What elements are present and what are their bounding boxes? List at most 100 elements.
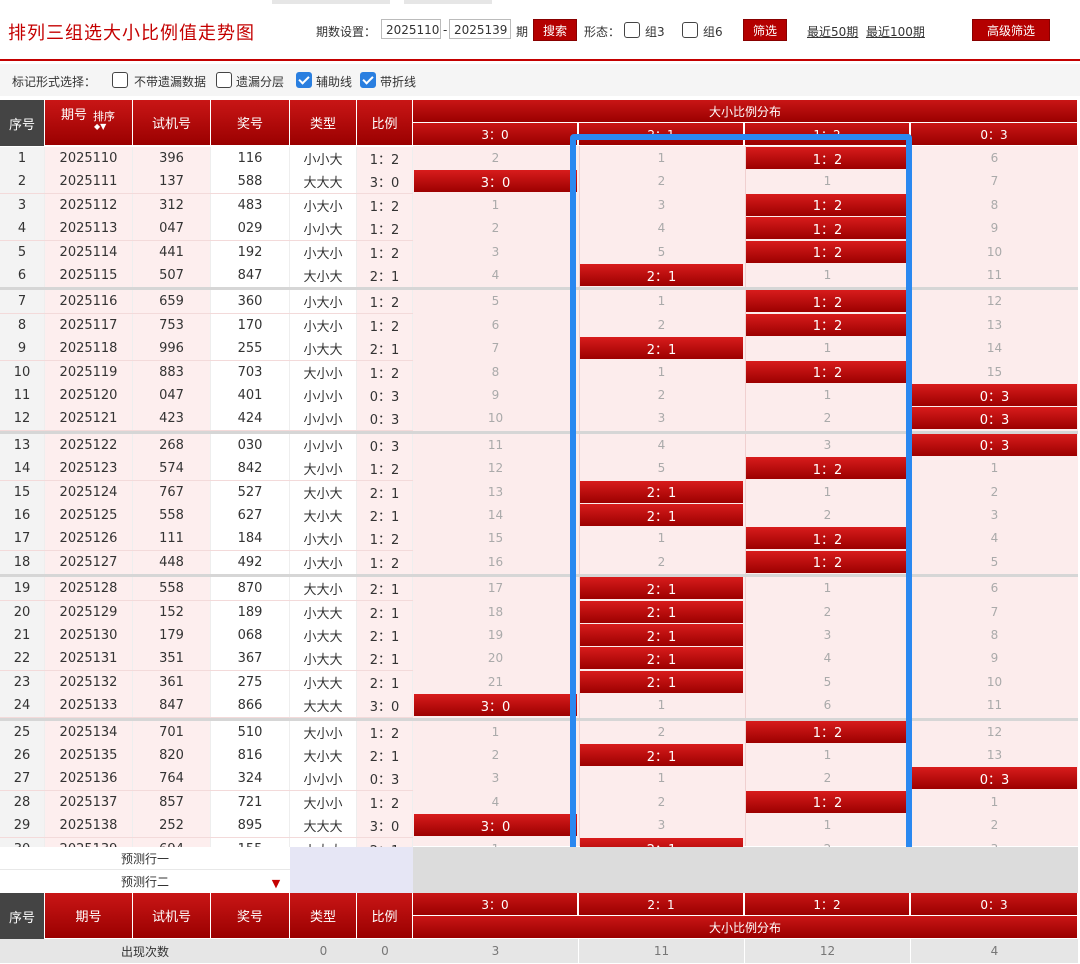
miss-cell[interactable]: 14 [911, 337, 1078, 359]
row-prize-cell: 842 [211, 457, 290, 481]
group3-label: 组3 [645, 25, 665, 39]
miss-cell[interactable]: 1 [911, 457, 1078, 479]
miss-cell[interactable]: 13 [413, 481, 578, 503]
miss-cell[interactable]: 20 [413, 647, 578, 669]
row-ratio-cell: 2：1 [357, 577, 413, 601]
miss-cell[interactable]: 11 [911, 694, 1078, 716]
miss-cell[interactable]: 2 [413, 217, 578, 239]
hit-cell[interactable]: 3：0 [414, 694, 577, 717]
row-test-cell: 423 [133, 407, 211, 431]
miss-cell[interactable]: 9 [911, 647, 1078, 669]
row-prize-cell: 184 [211, 527, 290, 551]
miss-cell[interactable]: 17 [413, 577, 578, 599]
hit-cell[interactable]: 0：3 [912, 433, 1077, 456]
row-type-cell: 小大小 [290, 313, 357, 337]
recent100-link[interactable]: 最近100期 [866, 23, 925, 40]
miss-cell[interactable]: 19 [413, 624, 578, 646]
miss-cell[interactable]: 10 [413, 407, 578, 429]
footer-dist-col-header: 3：0 [413, 893, 578, 916]
polyline-checkbox[interactable] [360, 72, 376, 88]
period-from-input[interactable]: 2025110 [381, 19, 441, 39]
row-period-cell: 2025127 [45, 550, 133, 574]
miss-cell[interactable]: 4 [413, 791, 578, 813]
sort-arrows-icon[interactable]: ◆▼ [94, 122, 106, 131]
miss-cell[interactable]: 10 [911, 671, 1078, 693]
predict-dist-area[interactable] [413, 847, 1078, 893]
miss-cell[interactable]: 6 [413, 314, 578, 336]
search-button[interactable]: 搜索 [533, 19, 577, 41]
miss-cell[interactable]: 4 [413, 264, 578, 286]
row-ratio-cell: 3：0 [357, 694, 413, 718]
row-seq-cell: 27 [0, 767, 45, 791]
group6-checkbox[interactable] [682, 22, 698, 38]
predict-input-area[interactable] [290, 847, 413, 893]
row-prize-cell: 510 [211, 720, 290, 744]
miss-cell[interactable]: 7 [413, 337, 578, 359]
hit-cell[interactable]: 0：3 [912, 767, 1077, 790]
miss-cell[interactable]: 7 [911, 601, 1078, 623]
miss-cell[interactable]: 9 [911, 217, 1078, 239]
miss-cell[interactable]: 16 [413, 551, 578, 573]
miss-cell[interactable]: 3 [413, 767, 578, 789]
row-ratio-cell: 1：2 [357, 720, 413, 744]
miss-cell[interactable]: 15 [911, 361, 1078, 383]
miss-cell[interactable]: 5 [413, 290, 578, 312]
miss-cell[interactable]: 10 [911, 241, 1078, 263]
miss-cell[interactable]: 5 [911, 551, 1078, 573]
row-prize-cell: 703 [211, 360, 290, 384]
miss-cell[interactable]: 2 [413, 744, 578, 766]
arrow-down-icon[interactable]: ▼ [266, 874, 286, 892]
miss-cell[interactable]: 12 [413, 457, 578, 479]
footer-header-test: 试机号 [133, 893, 211, 939]
row-type-cell: 大小小 [290, 457, 357, 481]
miss-cell[interactable]: 2 [911, 814, 1078, 836]
miss-cell[interactable]: 15 [413, 527, 578, 549]
advanced-filter-button[interactable]: 高级筛选 [972, 19, 1050, 41]
period-unit: 期 [516, 25, 529, 39]
miss-cell[interactable]: 1 [413, 194, 578, 216]
hit-cell[interactable]: 0：3 [912, 407, 1077, 430]
miss-cell[interactable]: 2 [911, 481, 1078, 503]
miss-cell[interactable]: 11 [413, 434, 578, 456]
miss-cell[interactable]: 1 [911, 791, 1078, 813]
col-header-ratio: 比例 [357, 100, 413, 146]
miss-cell[interactable]: 8 [911, 624, 1078, 646]
miss-cell[interactable]: 9 [413, 384, 578, 406]
footer-header-type: 类型 [290, 893, 357, 939]
miss-cell[interactable]: 1 [413, 721, 578, 743]
col-header-period[interactable]: 期号 排序 ◆▼ [45, 100, 133, 146]
row-type-cell: 小大大 [290, 600, 357, 624]
miss-cell[interactable]: 6 [911, 147, 1078, 169]
miss-cell[interactable]: 8 [911, 194, 1078, 216]
miss-cell[interactable]: 13 [911, 744, 1078, 766]
miss-cell[interactable]: 8 [413, 361, 578, 383]
row-test-cell: 753 [133, 313, 211, 337]
row-period-cell: 2025115 [45, 264, 133, 287]
miss-cell[interactable]: 2 [413, 147, 578, 169]
filter-button[interactable]: 筛选 [743, 19, 787, 41]
miss-cell[interactable]: 3 [911, 504, 1078, 526]
row-seq-cell: 1 [0, 147, 45, 170]
miss-cell[interactable]: 12 [911, 721, 1078, 743]
recent50-link[interactable]: 最近50期 [807, 23, 858, 40]
miss-cell[interactable]: 14 [413, 504, 578, 526]
guide-line-checkbox[interactable] [296, 72, 312, 88]
miss-cell[interactable]: 4 [911, 527, 1078, 549]
miss-cell[interactable]: 7 [911, 170, 1078, 192]
period-to-input[interactable]: 2025139 [449, 19, 511, 39]
miss-cell[interactable]: 6 [911, 577, 1078, 599]
miss-cell[interactable]: 13 [911, 314, 1078, 336]
miss-cell[interactable]: 21 [413, 671, 578, 693]
miss-cell[interactable]: 11 [911, 264, 1078, 286]
hit-cell[interactable]: 3：0 [414, 170, 577, 193]
row-test-cell: 857 [133, 790, 211, 814]
hit-cell[interactable]: 0：3 [912, 384, 1077, 406]
no-omission-checkbox[interactable] [112, 72, 128, 88]
count-cell: 3 [413, 939, 578, 963]
miss-cell[interactable]: 18 [413, 601, 578, 623]
miss-cell[interactable]: 12 [911, 290, 1078, 312]
miss-cell[interactable]: 3 [413, 241, 578, 263]
group3-checkbox[interactable] [624, 22, 640, 38]
hit-cell[interactable]: 3：0 [414, 814, 577, 837]
omission-layer-checkbox[interactable] [216, 72, 232, 88]
